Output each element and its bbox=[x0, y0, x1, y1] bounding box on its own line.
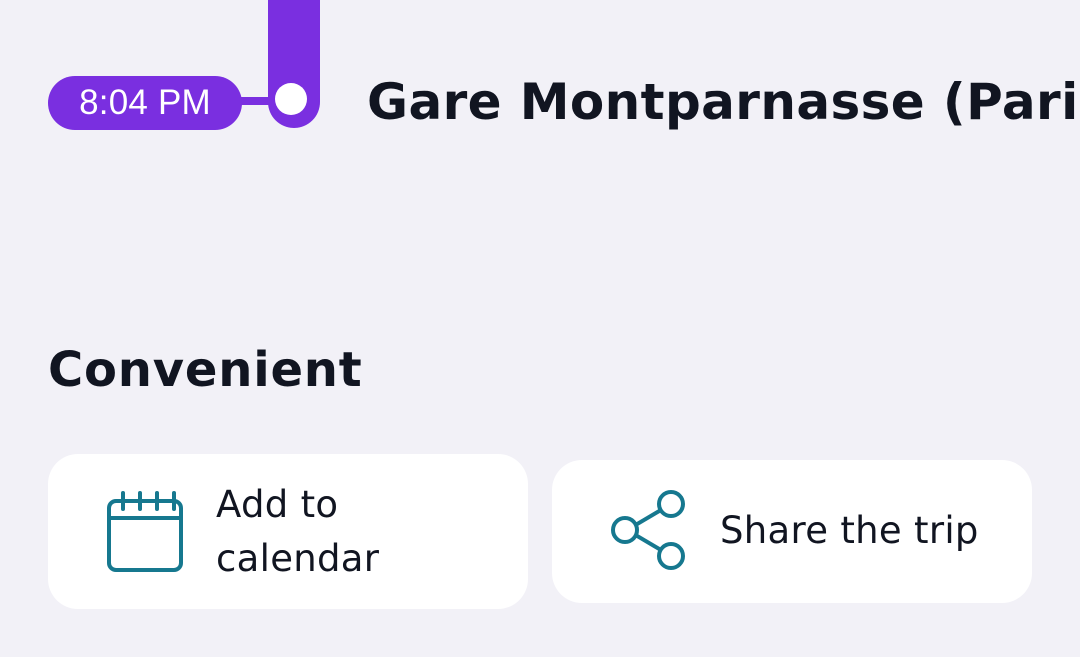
section-title: Convenient bbox=[48, 342, 363, 398]
share-icon bbox=[611, 490, 685, 570]
share-trip-button[interactable]: Share the trip bbox=[552, 460, 1032, 603]
timeline-station-dot bbox=[275, 83, 307, 115]
share-trip-label: Share the trip bbox=[720, 509, 979, 552]
add-to-calendar-label: Add to calendar bbox=[216, 483, 380, 580]
departure-time-badge: 8:04 PM bbox=[48, 76, 242, 130]
calendar-icon bbox=[107, 491, 183, 572]
station-name: Gare Montparnasse (Paris) bbox=[367, 73, 1080, 131]
add-to-calendar-button[interactable]: Add to calendar bbox=[48, 454, 528, 609]
time-connector bbox=[236, 97, 276, 105]
